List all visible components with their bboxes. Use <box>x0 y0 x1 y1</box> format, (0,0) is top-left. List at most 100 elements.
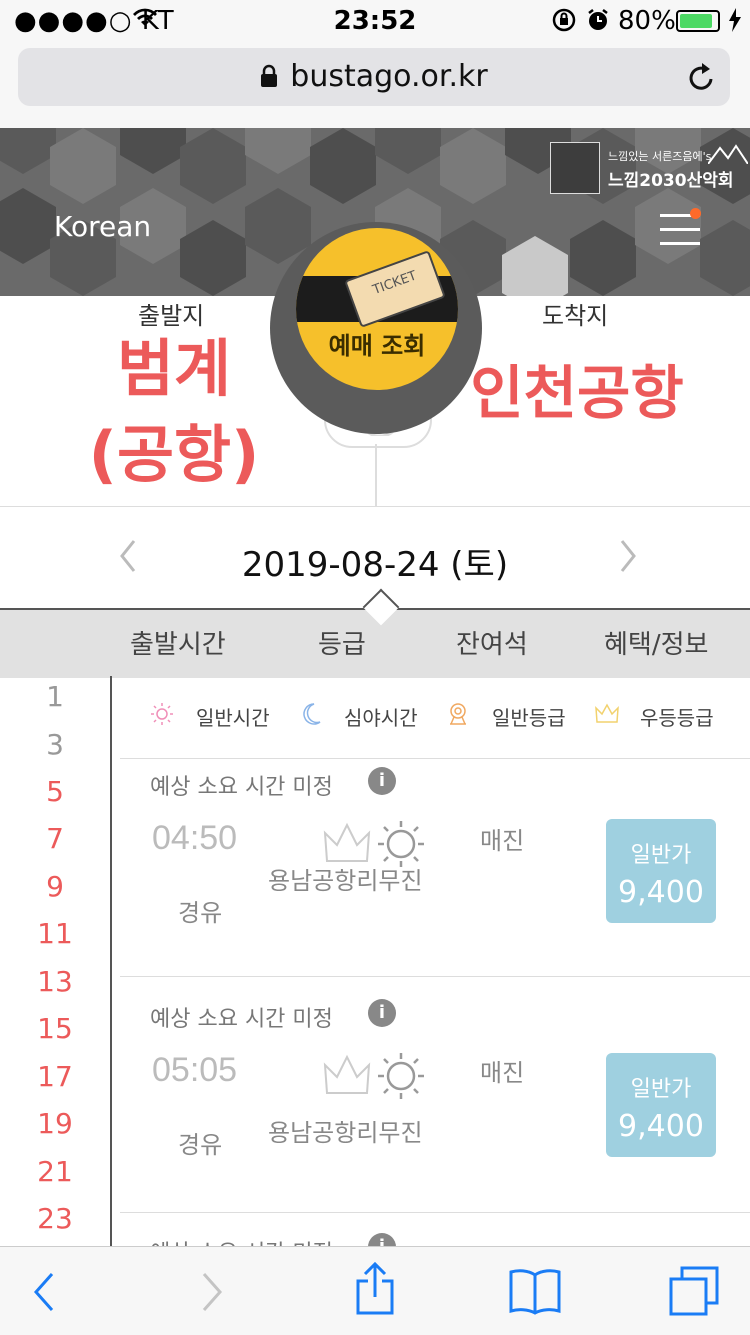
hour-index: 1 3 5 7 9 11 13 15 17 19 21 23 <box>0 676 112 1246</box>
fare-button[interactable]: 일반가 9,400 <box>606 819 716 923</box>
bus-result-card[interactable]: 예상 소요 시간 미정 i 05:05 경유 용남공항리무진 매진 일반가 9,… <box>120 976 750 1213</box>
tab-departure-time[interactable]: 출발시간 <box>130 624 226 661</box>
browser-toolbar <box>0 1246 750 1335</box>
reload-icon[interactable] <box>686 61 716 97</box>
menu-line <box>660 242 700 245</box>
hour-item[interactable]: 21 <box>0 1155 110 1188</box>
hex-pattern <box>0 188 56 264</box>
fare-type: 일반가 <box>630 843 692 868</box>
info-icon[interactable]: i <box>368 999 396 1027</box>
tab-benefits-info[interactable]: 혜택/정보 <box>604 624 708 661</box>
info-icon[interactable]: i <box>368 1233 396 1247</box>
hour-item[interactable]: 11 <box>0 917 110 950</box>
hex-pattern <box>502 236 568 296</box>
status-bar: ●●●●○ KT 23:52 80% <box>0 0 750 40</box>
next-date-arrow[interactable] <box>618 539 638 577</box>
legend-label: 일반시간 <box>196 706 270 730</box>
medal-icon <box>446 700 470 730</box>
tab-grade[interactable]: 등급 <box>318 624 366 661</box>
hex-pattern <box>50 128 116 204</box>
promo-banner[interactable]: 느낌있는 서른즈음에's 느낌2030산악회 <box>548 142 748 194</box>
seat-status: 매진 <box>480 827 525 855</box>
arrival-label: 도착지 <box>542 302 609 330</box>
hex-pattern <box>180 128 246 204</box>
legend-label: 일반등급 <box>492 706 566 730</box>
hour-item[interactable]: 15 <box>0 1012 110 1045</box>
promo-line1: 느낌있는 서른즈음에's <box>608 150 712 163</box>
hex-pattern <box>120 128 186 174</box>
bus-result-card[interactable]: 예상 소요 시간 미정 i 04:50 경유 용남공항리무진 매진 일반가 9,… <box>120 758 750 977</box>
menu-icon[interactable] <box>660 208 701 246</box>
fare-amount: 9,400 <box>618 1109 704 1144</box>
hour-item[interactable]: 7 <box>0 822 110 855</box>
hex-pattern <box>570 220 636 296</box>
crown-icon <box>594 702 620 730</box>
departure-time: 04:50 <box>152 819 238 857</box>
battery-icon <box>676 10 720 32</box>
battery-percent: 80% <box>618 6 676 36</box>
hour-item[interactable]: 17 <box>0 1060 110 1093</box>
sun-icon <box>378 1053 424 1099</box>
estimated-duration: 예상 소요 시간 미정 <box>150 1007 333 1032</box>
lock-icon <box>260 61 278 96</box>
legend-label: 심야시간 <box>344 706 418 730</box>
route-via: 경유 <box>178 1131 223 1159</box>
hex-pattern <box>375 128 441 174</box>
departure-city-line: (공항) <box>88 418 260 491</box>
address-bar[interactable]: bustago.or.kr <box>18 48 730 106</box>
bus-company: 용남공항리무진 <box>268 1119 423 1147</box>
legend-label: 우등등급 <box>640 706 714 730</box>
hour-item[interactable]: 5 <box>0 775 110 808</box>
hex-pattern <box>0 128 56 174</box>
hex-pattern <box>245 128 311 174</box>
charging-icon <box>728 8 742 39</box>
hour-item[interactable]: 1 <box>0 680 110 713</box>
moon-icon <box>300 702 322 730</box>
ticket-card-text: TICKET <box>370 268 419 299</box>
departure-time: 05:05 <box>152 1051 238 1089</box>
mountain-icon <box>708 144 748 164</box>
url-text[interactable]: bustago.or.kr <box>18 59 730 96</box>
fare-type: 일반가 <box>630 1077 692 1102</box>
promo-line2: 느낌2030산악회 <box>608 171 734 191</box>
crown-icon <box>323 1054 371 1094</box>
language-selector[interactable]: Korean <box>54 210 151 243</box>
hex-pattern <box>310 128 376 204</box>
url-label: bustago.or.kr <box>290 59 488 94</box>
arrival-city[interactable]: 인천공항 <box>454 346 700 430</box>
rotation-lock-icon <box>552 8 576 39</box>
hex-pattern <box>700 220 750 296</box>
estimated-duration: 예상 소요 시간 미정 <box>150 775 333 800</box>
hex-pattern <box>440 128 506 204</box>
bookmarks-icon[interactable] <box>508 1267 562 1319</box>
departure-city-line: 범계 <box>116 332 232 405</box>
bus-company: 용남공항리무진 <box>268 867 423 895</box>
hex-pattern <box>180 220 246 296</box>
notification-dot <box>690 208 701 219</box>
departure-city[interactable]: 범계 (공항) <box>56 326 292 498</box>
forward-icon[interactable] <box>200 1271 224 1317</box>
route-via: 경유 <box>178 899 223 927</box>
hour-item[interactable]: 19 <box>0 1107 110 1140</box>
share-icon[interactable] <box>354 1261 396 1321</box>
hour-item[interactable]: 3 <box>0 728 110 761</box>
tab-remaining-seats[interactable]: 잔여석 <box>456 624 528 661</box>
hour-item[interactable]: 13 <box>0 965 110 998</box>
bus-result-card[interactable]: 예상 소요 시간 미정 i <box>120 1212 750 1247</box>
promo-photo <box>550 142 600 194</box>
sun-icon <box>150 702 174 730</box>
fare-button[interactable]: 일반가 9,400 <box>606 1053 716 1157</box>
tabs-icon[interactable] <box>668 1265 720 1321</box>
back-icon[interactable] <box>32 1271 56 1317</box>
hour-item[interactable]: 23 <box>0 1202 110 1235</box>
ticket-button-label: 예매 조회 <box>328 332 426 360</box>
seat-status: 매진 <box>480 1059 525 1087</box>
battery-fill <box>680 14 712 28</box>
hour-item[interactable]: 9 <box>0 870 110 903</box>
alarm-icon <box>586 8 610 39</box>
route-divider <box>375 444 377 506</box>
info-icon[interactable]: i <box>368 767 396 795</box>
ticket-inquiry-button[interactable]: TICKET 예매 조회 <box>296 228 458 390</box>
menu-line <box>660 228 700 231</box>
fare-amount: 9,400 <box>618 875 704 910</box>
